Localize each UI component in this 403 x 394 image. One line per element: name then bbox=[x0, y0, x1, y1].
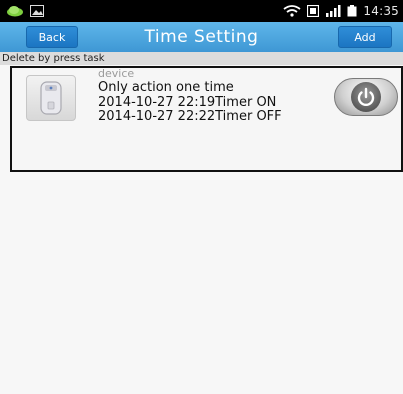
task-mode: Only action one time bbox=[98, 80, 234, 95]
status-left-icons bbox=[6, 2, 44, 21]
smart-plug-icon bbox=[26, 75, 76, 121]
task-timer-off: 2014-10-27 22:22Timer OFF bbox=[98, 109, 282, 124]
wifi-icon bbox=[283, 2, 301, 21]
power-icon bbox=[351, 82, 381, 112]
task-device-name: device bbox=[98, 67, 135, 80]
page-title: Time Setting bbox=[144, 27, 259, 47]
signal-icon bbox=[325, 2, 341, 21]
status-bar: 14:35 bbox=[0, 0, 403, 22]
task-list: device Only action one time 2014-10-27 2… bbox=[0, 65, 403, 394]
task-item[interactable]: device Only action one time 2014-10-27 2… bbox=[10, 66, 403, 172]
power-toggle-button[interactable] bbox=[334, 78, 398, 116]
status-time: 14:35 bbox=[363, 4, 399, 18]
back-button[interactable]: Back bbox=[26, 26, 78, 48]
title-bar: Back Time Setting Add bbox=[0, 22, 403, 52]
hint-text: Delete by press task bbox=[0, 52, 403, 65]
add-button[interactable]: Add bbox=[338, 26, 392, 48]
battery-icon bbox=[347, 2, 357, 21]
image-icon bbox=[30, 2, 44, 21]
status-right-icons: 14:35 bbox=[283, 2, 399, 21]
task-timer-on: 2014-10-27 22:19Timer ON bbox=[98, 95, 277, 110]
sim-icon bbox=[307, 2, 320, 21]
cloud-icon bbox=[6, 2, 24, 21]
